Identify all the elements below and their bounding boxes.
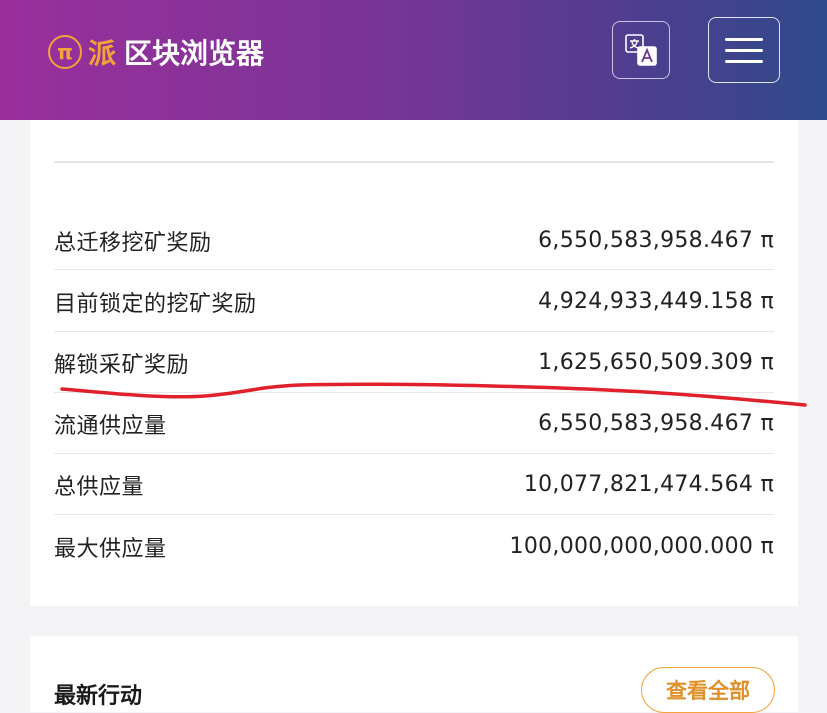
translate-icon (625, 34, 657, 66)
stat-value: 6,550,583,958.467 π (538, 228, 774, 253)
stat-row-total-supply: 总供应量 10,077,821,474.564 π (54, 454, 774, 515)
stat-label: 流通供应量 (54, 413, 167, 439)
stat-label: 总迁移挖矿奖励 (54, 230, 212, 256)
top-header: π 派 区块浏览器 (0, 0, 827, 120)
stat-row-unlocked: 解锁采矿奖励 1,625,650,509.309 π (54, 332, 774, 393)
latest-actions-card: 最新行动 查看全部 (30, 636, 798, 713)
stat-row-locked: 目前锁定的挖矿奖励 4,924,933,449.158 π (54, 271, 774, 332)
row-divider (54, 269, 774, 270)
logo-title-text: 区块浏览器 (124, 37, 265, 70)
stat-label: 总供应量 (54, 474, 145, 500)
stat-row-max-supply: 最大供应量 100,000,000,000.000 π (54, 516, 774, 577)
pi-logo-icon: π (48, 35, 82, 69)
view-all-button[interactable]: 查看全部 (641, 667, 775, 713)
menu-line-icon (725, 59, 763, 63)
stat-value: 6,550,583,958.467 π (538, 411, 774, 436)
menu-button[interactable] (708, 17, 780, 83)
stat-value: 100,000,000,000.000 π (509, 534, 774, 559)
row-divider (54, 514, 774, 515)
logo-pi-text: 派 (88, 37, 117, 70)
stat-label: 解锁采矿奖励 (54, 352, 190, 378)
site-logo[interactable]: π 派 区块浏览器 (48, 32, 264, 72)
stat-value: 1,625,650,509.309 π (538, 350, 774, 375)
menu-line-icon (725, 48, 763, 52)
supply-stats-card: 总迁移挖矿奖励 6,550,583,958.467 π 目前锁定的挖矿奖励 4,… (30, 120, 798, 606)
latest-actions-title: 最新行动 (54, 684, 143, 709)
stat-label: 目前锁定的挖矿奖励 (54, 291, 257, 317)
translate-button[interactable] (612, 21, 670, 79)
stat-row-circulating: 流通供应量 6,550,583,958.467 π (54, 393, 774, 454)
card-divider (54, 161, 774, 163)
menu-line-icon (725, 37, 763, 41)
stat-value: 10,077,821,474.564 π (523, 472, 774, 497)
stat-label: 最大供应量 (54, 536, 167, 562)
stat-row-total-migrated: 总迁移挖矿奖励 6,550,583,958.467 π (54, 210, 774, 271)
stat-value: 4,924,933,449.158 π (538, 289, 774, 314)
